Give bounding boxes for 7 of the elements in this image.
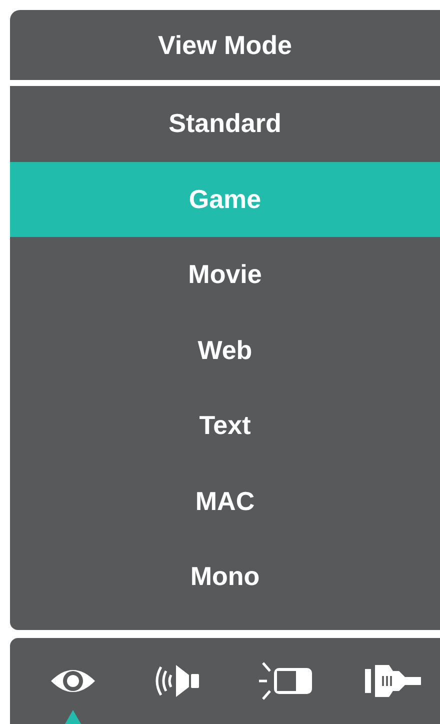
mode-item[interactable]: MAC xyxy=(10,464,440,539)
mode-item[interactable]: Standard xyxy=(10,86,440,162)
mode-item[interactable]: Mono xyxy=(10,539,440,614)
menu-title: View Mode xyxy=(158,30,292,60)
mode-item[interactable]: Movie xyxy=(10,237,440,312)
mode-item[interactable]: Web xyxy=(10,312,440,388)
mode-item[interactable]: Text xyxy=(10,388,440,464)
